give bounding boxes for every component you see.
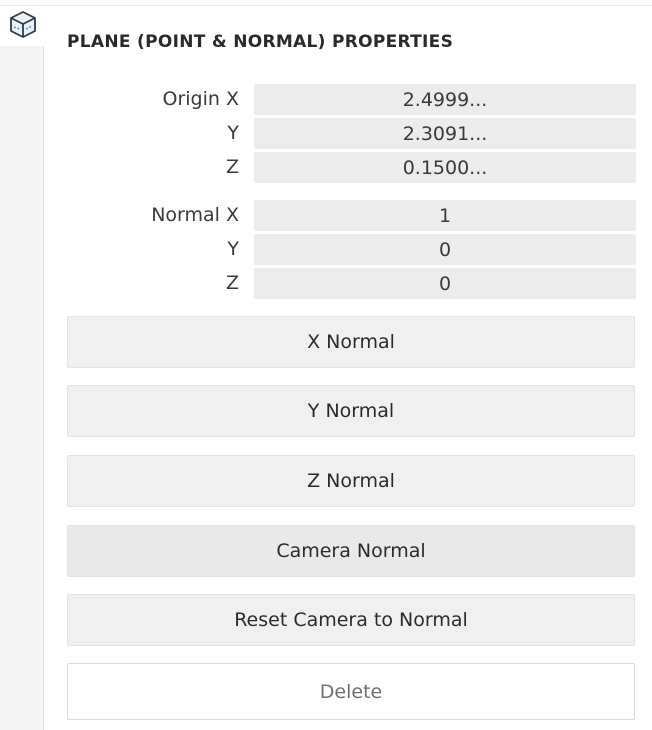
origin-z-input[interactable]: 0.1500... (254, 152, 636, 183)
y-normal-button[interactable]: Y Normal (67, 385, 635, 437)
reset-camera-button[interactable]: Reset Camera to Normal (67, 594, 635, 646)
normal-y-input[interactable]: 0 (254, 234, 636, 265)
normal-y-row: Y 0 (67, 233, 636, 265)
normal-y-label: Y (227, 238, 239, 260)
cube-icon (8, 9, 38, 43)
x-normal-button[interactable]: X Normal (67, 316, 635, 368)
normal-x-input[interactable]: 1 (254, 200, 636, 231)
origin-x-row: Origin X 2.4999... (67, 83, 636, 115)
origin-x-label: Origin X (162, 88, 239, 110)
panel-title: PLANE (POINT & NORMAL) PROPERTIES (67, 32, 454, 52)
top-divider (0, 5, 652, 6)
normal-z-label: Z (225, 272, 239, 294)
normal-z-row: Z 0 (67, 267, 636, 299)
origin-z-label: Z (225, 156, 239, 178)
z-normal-button[interactable]: Z Normal (67, 455, 635, 507)
origin-x-input[interactable]: 2.4999... (254, 84, 636, 115)
normal-x-row: Normal X 1 (67, 199, 636, 231)
origin-y-label: Y (227, 122, 239, 144)
normal-z-input[interactable]: 0 (254, 268, 636, 299)
properties-tab[interactable] (0, 6, 45, 46)
origin-z-row: Z 0.1500... (67, 151, 636, 183)
normal-x-label: Normal X (151, 204, 239, 226)
camera-normal-button[interactable]: Camera Normal (67, 525, 635, 577)
side-tab-bar (0, 6, 45, 730)
origin-y-row: Y 2.3091... (67, 117, 636, 149)
delete-button[interactable]: Delete (67, 663, 635, 720)
origin-y-input[interactable]: 2.3091... (254, 118, 636, 149)
